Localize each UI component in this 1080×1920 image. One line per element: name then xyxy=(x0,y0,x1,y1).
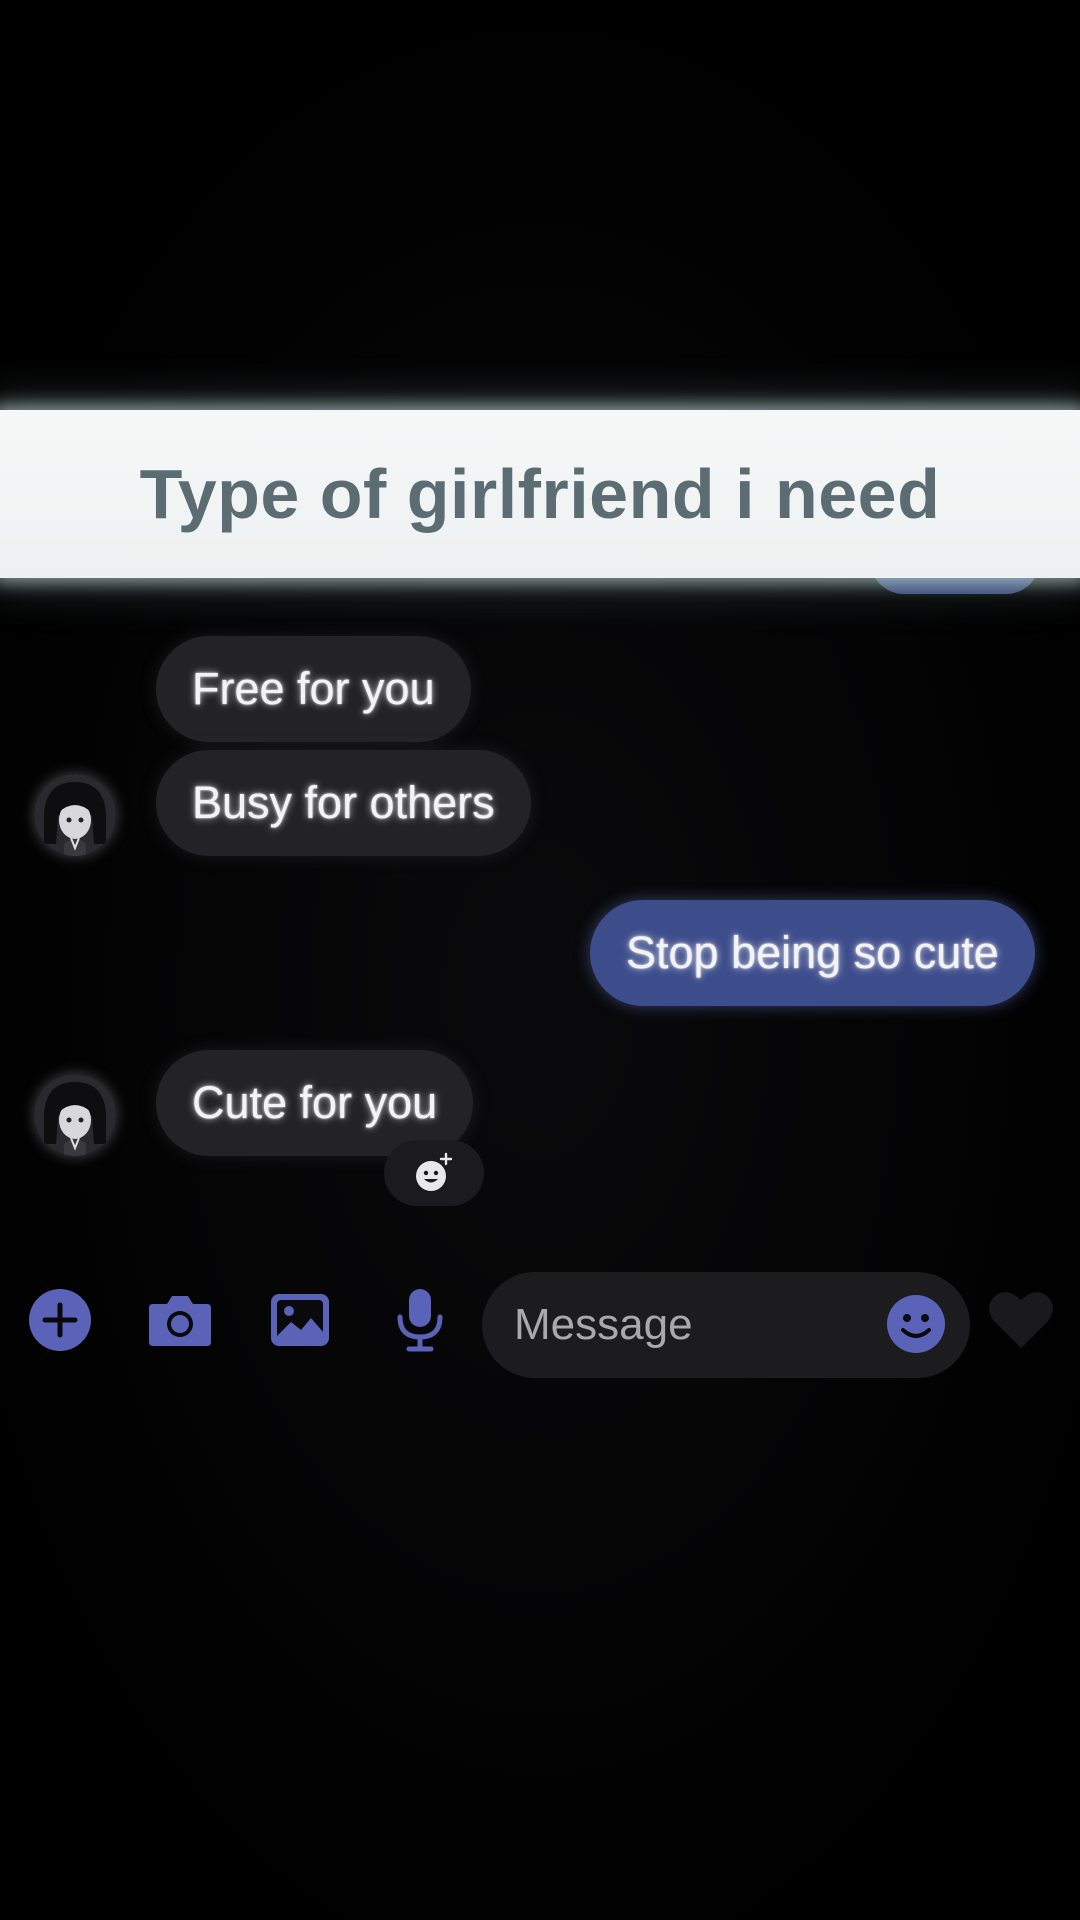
message-composer xyxy=(482,1272,970,1378)
avatar-image xyxy=(34,1074,116,1156)
contact-avatar[interactable] xyxy=(34,1074,116,1156)
gallery-icon xyxy=(271,1294,329,1346)
banner-title: Type of girlfriend i need xyxy=(139,455,941,533)
like-button[interactable] xyxy=(986,1288,1056,1352)
add-reaction-button[interactable] xyxy=(384,1140,484,1206)
contact-avatar[interactable] xyxy=(34,774,116,856)
incoming-message-bubble[interactable]: Busy for others xyxy=(156,750,531,856)
heart-icon xyxy=(989,1292,1053,1348)
camera-button[interactable] xyxy=(146,1286,214,1354)
camera-icon xyxy=(149,1296,211,1346)
outgoing-message-bubble[interactable]: Stop being so cute xyxy=(590,900,1035,1006)
microphone-icon xyxy=(397,1289,443,1352)
gallery-button[interactable] xyxy=(266,1286,334,1354)
plus-icon xyxy=(29,1289,91,1351)
message-text: Cute for you xyxy=(192,1077,438,1128)
message-text: Busy for others xyxy=(192,777,495,828)
add-reaction-icon xyxy=(416,1152,453,1191)
message-text: Stop being so cute xyxy=(626,927,999,978)
emoji-button[interactable] xyxy=(886,1294,946,1354)
avatar-image xyxy=(34,774,116,856)
voice-button[interactable] xyxy=(386,1286,454,1354)
message-text: Free for you xyxy=(192,663,435,714)
title-banner: Type of girlfriend i need xyxy=(0,410,1080,578)
add-button[interactable] xyxy=(26,1286,94,1354)
incoming-message-bubble[interactable]: Free for you xyxy=(156,636,471,742)
chat-screen: Type of girlfriend i need Free for you B… xyxy=(0,0,1080,1920)
message-input[interactable] xyxy=(514,1272,854,1378)
emoji-icon xyxy=(887,1295,945,1353)
